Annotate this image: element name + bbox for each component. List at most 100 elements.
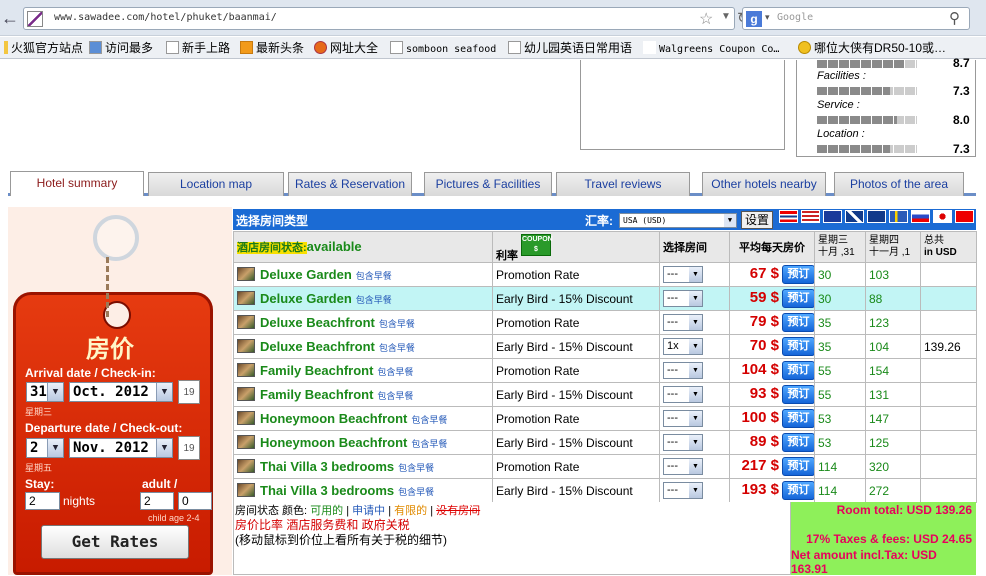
departure-month-select[interactable]: Nov. 2012 ▼: [69, 438, 173, 458]
book-button[interactable]: 预订: [782, 313, 814, 333]
arrival-day-select[interactable]: 31 ▼: [26, 382, 64, 402]
night2-price[interactable]: 125: [865, 430, 921, 455]
arrival-month-select[interactable]: Oct. 2012 ▼: [69, 382, 173, 402]
tab-hotel-summary[interactable]: Hotel summary: [10, 171, 144, 196]
calendar-icon[interactable]: 19: [178, 436, 200, 460]
stay-input[interactable]: 2: [25, 492, 60, 510]
get-rates-button[interactable]: Get Rates: [41, 525, 189, 559]
book-button[interactable]: 预订: [782, 337, 814, 357]
avg-price[interactable]: 93 $: [733, 385, 779, 402]
night2-price[interactable]: 131: [865, 382, 921, 407]
tab-location-map[interactable]: Location map: [148, 172, 284, 196]
room-quantity-select[interactable]: --- ▼: [663, 314, 703, 331]
avg-price[interactable]: 104 $: [733, 361, 779, 378]
book-button[interactable]: 预订: [782, 361, 814, 381]
usa-flag-icon[interactable]: [801, 210, 820, 223]
night2-price[interactable]: 272: [865, 478, 921, 503]
bookmark-item[interactable]: 哪位大侠有DR50-10或…: [798, 40, 946, 56]
search-icon[interactable]: ⚲: [949, 9, 960, 27]
australia-flag-icon[interactable]: [867, 210, 886, 223]
night1-price[interactable]: 114: [814, 478, 866, 503]
room-name[interactable]: Family Beachfront: [260, 387, 373, 402]
room-quantity-select[interactable]: --- ▼: [663, 434, 703, 451]
night1-price[interactable]: 53: [814, 430, 866, 455]
night1-price[interactable]: 114: [814, 454, 866, 479]
search-engine-dropdown-icon[interactable]: ▾: [765, 12, 770, 23]
book-button[interactable]: 预订: [782, 289, 814, 309]
room-quantity-select[interactable]: --- ▼: [663, 386, 703, 403]
url-bar[interactable]: www.sawadee.com/hotel/phuket/baanmai/ ☆ …: [23, 7, 750, 30]
star-icon[interactable]: ☆: [699, 9, 713, 29]
calendar-icon[interactable]: 19: [178, 380, 200, 404]
thailand-flag-icon[interactable]: [779, 210, 798, 223]
room-thumbnail[interactable]: [237, 483, 255, 497]
room-quantity-select[interactable]: 1x ▼: [663, 338, 703, 355]
night2-price[interactable]: 103: [865, 262, 921, 287]
night1-price[interactable]: 55: [814, 382, 866, 407]
tab-rates-reservation[interactable]: Rates & Reservation: [288, 172, 412, 196]
google-icon[interactable]: g: [746, 11, 762, 27]
room-thumbnail[interactable]: [237, 339, 255, 353]
bookmark-item[interactable]: somboon seafood: [390, 40, 496, 56]
night2-price[interactable]: 320: [865, 454, 921, 479]
book-button[interactable]: 预订: [782, 265, 814, 285]
room-quantity-select[interactable]: --- ▼: [663, 266, 703, 283]
avg-price[interactable]: 89 $: [733, 433, 779, 450]
room-thumbnail[interactable]: [237, 291, 255, 305]
room-thumbnail[interactable]: [237, 267, 255, 281]
departure-day-select[interactable]: 2 ▼: [26, 438, 64, 458]
bookmark-item[interactable]: 网址大全: [314, 40, 378, 56]
room-thumbnail[interactable]: [237, 363, 255, 377]
tab-pictures-facilities[interactable]: Pictures & Facilities: [424, 172, 552, 196]
room-name[interactable]: Deluxe Garden: [260, 291, 352, 306]
night1-price[interactable]: 55: [814, 358, 866, 383]
night1-price[interactable]: 35: [814, 310, 866, 335]
night1-price[interactable]: 30: [814, 262, 866, 287]
room-quantity-select[interactable]: --- ▼: [663, 458, 703, 475]
book-button[interactable]: 预订: [782, 433, 814, 453]
currency-select[interactable]: USA (USD) ▼: [619, 213, 737, 228]
avg-price[interactable]: 59 $: [733, 289, 779, 306]
room-thumbnail[interactable]: [237, 411, 255, 425]
night2-price[interactable]: 88: [865, 286, 921, 311]
set-currency-button[interactable]: 设置: [741, 211, 773, 229]
night2-price[interactable]: 154: [865, 358, 921, 383]
avg-price[interactable]: 79 $: [733, 313, 779, 330]
room-quantity-select[interactable]: --- ▼: [663, 290, 703, 307]
room-name[interactable]: Deluxe Beachfront: [260, 339, 375, 354]
night2-price[interactable]: 123: [865, 310, 921, 335]
japan-flag-icon[interactable]: [933, 210, 952, 223]
room-name[interactable]: Honeymoon Beachfront: [260, 411, 407, 426]
room-name[interactable]: Honeymoon Beachfront: [260, 435, 407, 450]
night1-price[interactable]: 30: [814, 286, 866, 311]
coupon-icon[interactable]: COUPON $: [521, 234, 553, 256]
room-thumbnail[interactable]: [237, 387, 255, 401]
room-thumbnail[interactable]: [237, 315, 255, 329]
room-thumbnail[interactable]: [237, 459, 255, 473]
russia-flag-icon[interactable]: [911, 210, 930, 223]
night2-price[interactable]: 104: [865, 334, 921, 359]
night1-price[interactable]: 35: [814, 334, 866, 359]
book-button[interactable]: 预订: [782, 481, 814, 501]
tab-other-hotels[interactable]: Other hotels nearby: [702, 172, 826, 196]
eu-flag-icon[interactable]: [823, 210, 842, 223]
bookmark-item[interactable]: 最新头条: [240, 40, 304, 56]
avg-price[interactable]: 100 $: [733, 409, 779, 426]
room-name[interactable]: Thai Villa 3 bedrooms: [260, 459, 394, 474]
sweden-flag-icon[interactable]: [889, 210, 908, 223]
child-input[interactable]: 0: [178, 492, 212, 510]
room-quantity-select[interactable]: --- ▼: [663, 482, 703, 499]
tab-travel-reviews[interactable]: Travel reviews: [556, 172, 690, 196]
room-name[interactable]: Thai Villa 3 bedrooms: [260, 483, 394, 498]
bookmark-item[interactable]: 幼儿园英语日常用语: [508, 40, 632, 56]
avg-price[interactable]: 217 $: [733, 457, 779, 474]
adult-input[interactable]: 2: [140, 492, 174, 510]
bookmark-item[interactable]: 访问最多: [89, 40, 153, 56]
room-name[interactable]: Deluxe Beachfront: [260, 315, 375, 330]
search-bar[interactable]: g ▾ Google ⚲: [742, 7, 970, 30]
bookmark-item[interactable]: 火狐官方站点: [4, 40, 83, 56]
night2-price[interactable]: 147: [865, 406, 921, 431]
back-icon[interactable]: ←: [0, 6, 20, 30]
book-button[interactable]: 预订: [782, 457, 814, 477]
room-name[interactable]: Family Beachfront: [260, 363, 373, 378]
